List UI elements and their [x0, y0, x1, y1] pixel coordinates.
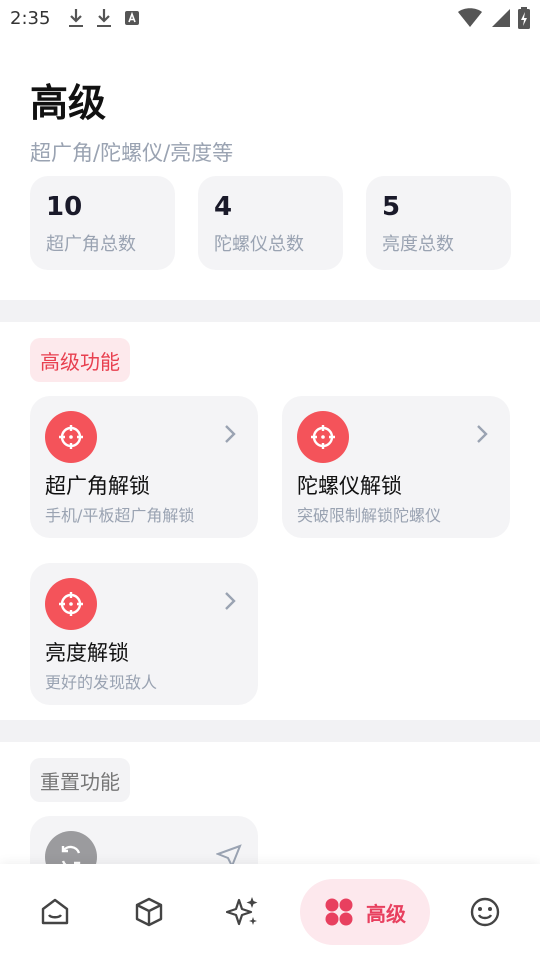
- stat-card-brightness: 5 亮度总数: [366, 176, 511, 270]
- feature-desc: 突破限制解锁陀螺仪: [297, 506, 442, 525]
- status-bar: 2:35: [0, 0, 540, 36]
- section-divider: [0, 720, 540, 742]
- stat-label: 陀螺仪总数: [214, 234, 304, 255]
- chevron-right-icon: [477, 425, 488, 443]
- stat-value: 10: [46, 192, 83, 222]
- download-icon: [97, 9, 112, 27]
- feature-title: 亮度解锁: [45, 641, 129, 665]
- wifi-icon: [458, 8, 482, 27]
- cube-icon: [135, 897, 163, 927]
- battery-charging-icon: [518, 7, 530, 29]
- nav-advanced[interactable]: 高级: [300, 879, 430, 945]
- nav-cube[interactable]: [116, 879, 182, 945]
- page-subtitle: 超广角/陀螺仪/亮度等: [30, 141, 234, 165]
- signal-icon: [492, 9, 510, 27]
- stat-value: 4: [214, 192, 233, 222]
- stat-label: 超广角总数: [46, 234, 136, 255]
- nav-profile[interactable]: [452, 879, 518, 945]
- page-header: 高级 超广角/陀螺仪/亮度等: [30, 72, 233, 167]
- feature-desc: 手机/平板超广角解锁: [45, 506, 195, 525]
- chevron-right-icon: [225, 425, 236, 443]
- feature-desc: 更好的发现敌人: [45, 673, 158, 692]
- nav-advanced-label: 高级: [366, 901, 406, 926]
- crosshair-icon: [297, 411, 349, 463]
- stat-card-gyroscope: 4 陀螺仪总数: [198, 176, 343, 270]
- feature-card-brightness-unlock[interactable]: 亮度解锁 更好的发现敌人: [30, 563, 258, 705]
- stat-value: 5: [382, 192, 401, 222]
- crosshair-icon: [45, 578, 97, 630]
- stat-label: 亮度总数: [382, 234, 454, 255]
- page-title: 高级: [30, 81, 107, 125]
- notification-app-icon: [125, 11, 140, 25]
- chevron-right-icon: [225, 592, 236, 610]
- stats-row: 10 超广角总数 4 陀螺仪总数 5 亮度总数: [30, 176, 511, 270]
- feature-title: 超广角解锁: [45, 474, 150, 498]
- smiley-icon: [470, 897, 500, 927]
- stat-card-wide-angle: 10 超广角总数: [30, 176, 175, 270]
- bottom-nav: 高级: [0, 864, 540, 960]
- feature-card-wide-angle-unlock[interactable]: 超广角解锁 手机/平板超广角解锁: [30, 396, 258, 538]
- section-tag-advanced: 高级功能: [30, 338, 130, 382]
- crosshair-icon: [45, 411, 97, 463]
- sparkles-icon: [226, 897, 258, 926]
- feature-title: 陀螺仪解锁: [297, 474, 402, 498]
- nav-sparkles[interactable]: [210, 879, 276, 945]
- home-icon: [41, 898, 69, 925]
- four-dots-icon: [325, 898, 353, 926]
- section-divider: [0, 300, 540, 322]
- nav-home[interactable]: [22, 879, 88, 945]
- status-time: 2:35: [10, 7, 51, 29]
- feature-card-gyroscope-unlock[interactable]: 陀螺仪解锁 突破限制解锁陀螺仪: [282, 396, 510, 538]
- download-icon: [69, 9, 84, 27]
- section-tag-reset: 重置功能: [30, 758, 130, 802]
